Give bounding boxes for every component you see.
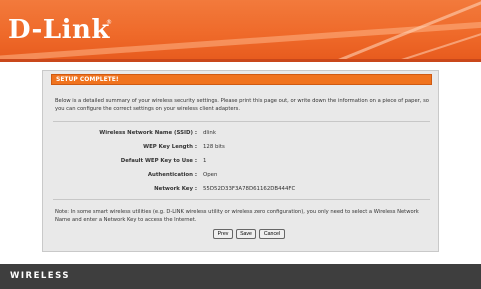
registered-mark: ®: [106, 19, 112, 26]
setting-value: 1: [203, 158, 207, 164]
button-group: Prev Save Cancel: [213, 229, 293, 241]
setting-value: 128 bits: [203, 144, 225, 150]
cancel-button[interactable]: Cancel: [259, 229, 285, 239]
setting-label: Wireless Network Name (SSID) :: [99, 130, 197, 136]
setting-label: Network Key :: [154, 186, 197, 192]
header-banner: D-Link ®: [0, 0, 481, 62]
setting-row-wep-key-length: WEP Key Length : 128 bits: [53, 142, 433, 152]
prev-button[interactable]: Prev: [213, 229, 233, 239]
page: D-Link ® SETUP COMPLETE! Below is a deta…: [0, 0, 481, 289]
intro-text: Below is a detailed summary of your wire…: [55, 98, 429, 112]
setting-label: Default WEP Key to Use :: [120, 158, 197, 164]
dlink-logo: D-Link: [8, 15, 110, 45]
setting-row-ssid: Wireless Network Name (SSID) : dlink: [53, 128, 433, 138]
setting-row-authentication: Authentication : Open: [53, 170, 433, 180]
setting-row-network-key: Network Key : 55D52D33F3A78D61162DB444FC: [53, 184, 433, 194]
setup-complete-panel: SETUP COMPLETE! Below is a detailed summ…: [42, 70, 439, 252]
setting-row-default-wep-key: Default WEP Key to Use : 1: [53, 156, 433, 166]
divider: [53, 199, 430, 200]
footer-label: WIRELESS: [10, 271, 70, 281]
divider: [53, 121, 430, 122]
note-text: Note: In some smart wireless utilities (…: [55, 209, 419, 223]
setting-label: Authentication :: [147, 172, 197, 178]
footer-bar: WIRELESS: [0, 264, 481, 289]
save-button[interactable]: Save: [236, 229, 256, 239]
setting-value: dlink: [203, 130, 216, 136]
setting-value: 55D52D33F3A78D61162DB444FC: [203, 186, 296, 192]
panel-title: SETUP COMPLETE!: [51, 74, 432, 85]
setting-value: Open: [203, 172, 218, 178]
setting-label: WEP Key Length :: [143, 144, 197, 150]
